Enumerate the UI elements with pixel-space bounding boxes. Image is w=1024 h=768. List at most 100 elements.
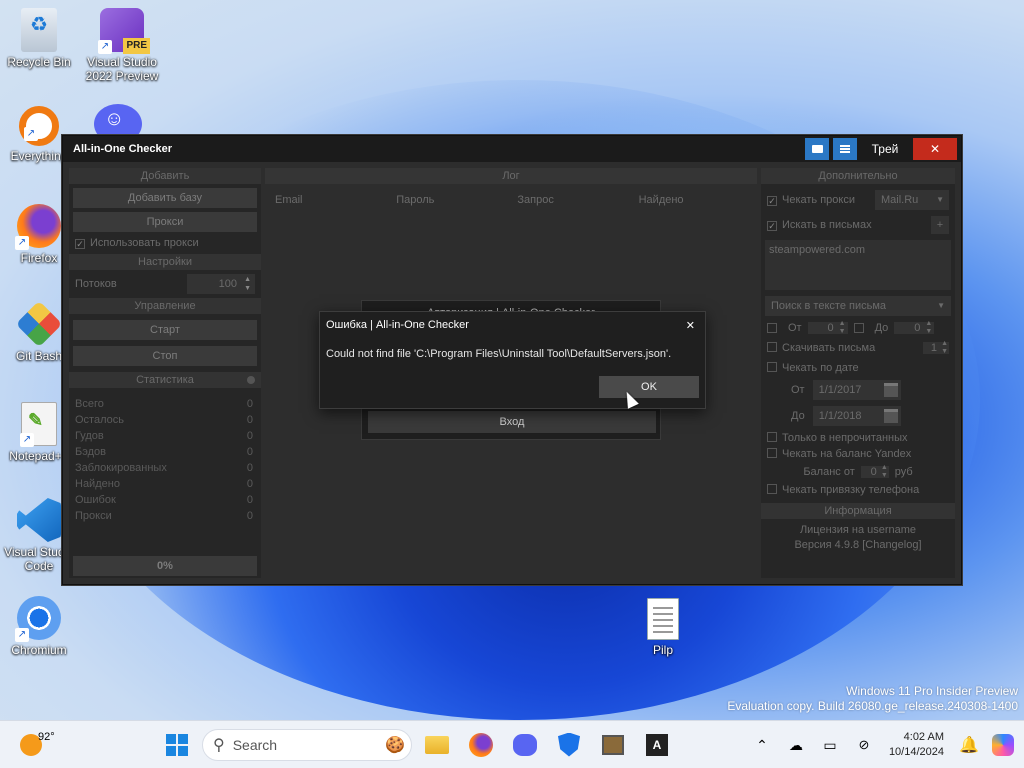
desktop-icon-label: Everything <box>10 149 68 163</box>
search-scope-select[interactable]: Поиск в тексте письма ▼ <box>765 296 951 316</box>
desktop-icon-label: Notepad++ <box>9 449 69 463</box>
extra-section-header: Дополнительно <box>761 168 955 184</box>
weather-widget[interactable]: 92° <box>0 730 160 756</box>
desktop-icon-label: Recycle Bin <box>7 55 71 69</box>
error-message: Could not find file 'C:\Program Files\Un… <box>326 348 672 360</box>
watermark-edition: Windows 11 Pro Insider Preview <box>846 684 1018 698</box>
balance-stepper[interactable]: 0 ▲ ▼ <box>860 464 889 479</box>
from-to-checkbox[interactable] <box>767 323 777 333</box>
checkmark-icon: ✓ <box>75 239 85 249</box>
check-yandex-balance-checkbox[interactable]: Чекать на баланс Yandex <box>761 445 955 463</box>
search-in-emails-checkbox[interactable]: ✓ Искать в письмах <box>767 219 872 231</box>
taskbar-package-tool[interactable] <box>596 728 630 762</box>
column-header-email[interactable]: Email <box>275 194 396 206</box>
to-checkbox[interactable] <box>853 323 864 333</box>
download-emails-stepper[interactable]: 1 ▲ ▼ <box>923 340 949 355</box>
add-base-button[interactable]: Добавить базу <box>73 188 257 208</box>
volume-muted-icon[interactable]: ⊘ <box>847 728 881 762</box>
download-emails-row: Скачивать письма 1 ▲ ▼ <box>761 338 955 358</box>
desktop-icon-pilp[interactable]: Pilp <box>625 598 701 657</box>
menu-button[interactable] <box>833 138 857 160</box>
log-table-header: Email Пароль Запрос Найдено <box>265 184 757 206</box>
notepad-plus-plus-icon: ✎ ↗ <box>20 402 57 447</box>
add-query-button[interactable]: + <box>931 216 949 234</box>
taskbar-checker-app[interactable]: A <box>640 728 674 762</box>
login-button[interactable]: Вход <box>368 411 656 433</box>
recycle-bin-icon: ♻ <box>21 8 57 52</box>
desktop-icon-label: Visual Studio 2022 Preview <box>85 55 159 83</box>
stepper-arrows-icon: ▲ ▼ <box>244 276 251 292</box>
package-icon <box>602 734 624 755</box>
shortcut-arrow-icon: ↗ <box>20 433 34 447</box>
tray-button[interactable]: Трей <box>861 138 909 160</box>
threads-stepper[interactable]: 100 ▲ ▼ <box>187 274 255 294</box>
column-header-request[interactable]: Запрос <box>517 194 638 206</box>
chromium-icon: ↗ <box>15 596 61 642</box>
desktop-icon-chromium[interactable]: ↗ Chromium <box>1 596 77 657</box>
search-highlight-icon: 🍪 <box>385 736 405 754</box>
error-close-button[interactable]: ✕ <box>686 319 695 332</box>
start-button[interactable]: Старт <box>73 320 257 340</box>
notification-bell-icon[interactable]: 🔔 <box>952 728 986 762</box>
copilot-icon[interactable] <box>986 728 1020 762</box>
to-label: До <box>874 322 889 334</box>
stat-row: Бэдов 0 <box>75 446 253 458</box>
checkmark-icon: ✓ <box>767 196 777 206</box>
only-unread-checkbox[interactable]: Только в непрочитанных <box>761 428 955 445</box>
weather-temp: 92° <box>38 730 55 743</box>
column-header-found[interactable]: Найдено <box>639 194 747 206</box>
desktop-icon-visual-studio-2022-preview[interactable]: PRE ↗ Visual Studio 2022 Preview <box>84 8 160 83</box>
close-button[interactable]: ✕ <box>913 138 957 160</box>
taskbar-discord[interactable] <box>508 728 542 762</box>
desktop-icon-label: Firefox <box>20 251 58 265</box>
info-section-header: Информация <box>761 503 955 519</box>
check-proxy-checkbox[interactable]: ✓ Чекать прокси <box>767 194 855 206</box>
proxy-button[interactable]: Прокси <box>73 212 257 232</box>
extra-panel: Дополнительно ✓ Чекать прокси Mail.Ru ▼ ✓ И… <box>761 168 955 578</box>
visual-studio-preview-icon: PRE ↗ <box>98 8 150 54</box>
system-tray: ⌃ ☁ ▭ ⊘ 4:02 AM 10/14/2024 🔔 <box>745 721 1024 768</box>
error-dialog: Ошибка | All-in-One Checker ✕ Could not … <box>319 311 706 409</box>
search-query-item[interactable]: steampowered.com <box>769 244 865 256</box>
version-link[interactable]: Версия 4.9.8 [Changelog] <box>761 536 955 551</box>
desktop-icon-label: Git Bash <box>15 349 63 363</box>
stats-header-label: Статистика <box>136 374 194 386</box>
search-query-list[interactable]: steampowered.com <box>765 240 951 290</box>
taskbar-defender[interactable] <box>552 728 586 762</box>
taskbar-file-explorer[interactable] <box>420 728 454 762</box>
proxy-type-select[interactable]: Mail.Ru ▼ <box>875 190 949 210</box>
check-by-date-checkbox[interactable]: Чекать по дате <box>761 358 955 378</box>
desktop-icon-recycle-bin[interactable]: ♻ Recycle Bin <box>1 8 77 69</box>
download-emails-checkbox[interactable]: Скачивать письма <box>767 342 875 354</box>
calendar-icon[interactable] <box>883 383 898 397</box>
folder-icon <box>811 145 823 153</box>
clock[interactable]: 4:02 AM 10/14/2024 <box>889 730 944 760</box>
from-stepper[interactable]: 0 ▲ ▼ <box>807 320 848 335</box>
date-from-picker[interactable]: 1/1/2017 <box>812 380 901 400</box>
display-icon[interactable]: ▭ <box>813 728 847 762</box>
use-proxy-checkbox[interactable]: ✓ Использовать прокси <box>69 232 261 254</box>
reset-stats-icon[interactable] <box>247 376 255 384</box>
ok-button[interactable]: OK <box>599 376 699 398</box>
error-dialog-titlebar[interactable]: Ошибка | All-in-One Checker ✕ <box>320 312 705 338</box>
chevron-down-icon: ▼ <box>937 301 945 310</box>
start-button[interactable] <box>160 728 194 762</box>
error-dialog-title: Ошибка | All-in-One Checker <box>326 319 469 331</box>
stop-button[interactable]: Стоп <box>73 346 257 366</box>
window-titlebar[interactable]: All-in-One Checker Трей ✕ <box>63 136 961 162</box>
taskbar: 92° ⚲ Search 🍪 A ⌃ ☁ ▭ ⊘ 4:02 AM 10/14/2… <box>0 720 1024 768</box>
check-phone-checkbox[interactable]: Чекать привязку телефона <box>761 481 955 499</box>
vscode-icon <box>17 498 61 542</box>
calendar-icon[interactable] <box>883 409 898 423</box>
column-header-password[interactable]: Пароль <box>396 194 517 206</box>
to-stepper[interactable]: 0 ▲ ▼ <box>894 320 935 335</box>
pre-badge: PRE <box>123 38 150 54</box>
network-icon[interactable]: ☁ <box>779 728 813 762</box>
folder-button[interactable] <box>805 138 829 160</box>
search-icon: ⚲ <box>213 736 225 754</box>
chevron-up-icon[interactable]: ⌃ <box>745 728 779 762</box>
date-to-picker[interactable]: 1/1/2018 <box>812 406 901 426</box>
taskbar-search[interactable]: ⚲ Search 🍪 <box>202 728 412 761</box>
progress-bar: 0% <box>73 556 257 576</box>
taskbar-firefox[interactable] <box>464 728 498 762</box>
